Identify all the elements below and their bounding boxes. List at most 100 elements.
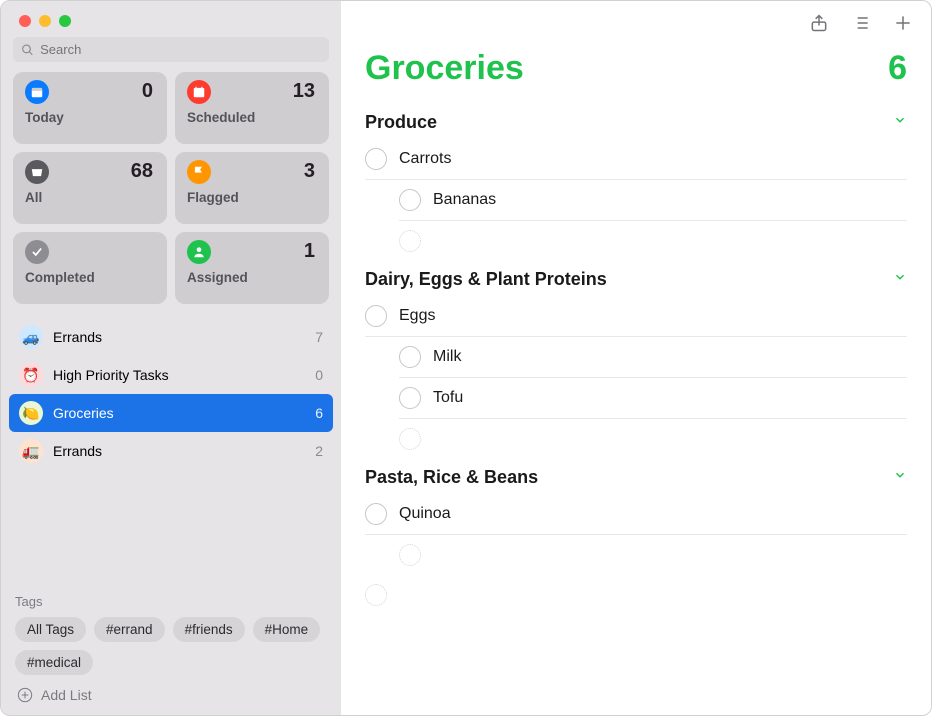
list-icon: 🚛 [19,439,43,463]
smart-card-all[interactable]: 68 All [13,152,167,224]
minimize-icon[interactable] [39,15,51,27]
completion-circle-empty[interactable] [399,428,421,450]
completion-circle[interactable] [365,503,387,525]
completion-circle[interactable] [399,189,421,211]
sidebar-list-item[interactable]: ⏰ High Priority Tasks 0 [9,356,333,394]
smart-count: 1 [304,240,315,263]
list-item-count: 2 [315,443,323,459]
tag-pill[interactable]: #friends [173,617,245,642]
smart-card-flagged[interactable]: 3 Flagged [175,152,329,224]
list-item-count: 6 [315,405,323,421]
completion-circle-empty[interactable] [399,230,421,252]
reminder-section: Dairy, Eggs & Plant Proteins Eggs Milk T… [341,261,931,459]
list-icon: ⏰ [19,363,43,387]
reminder-text: Eggs [399,307,435,325]
list-count: 6 [888,49,907,88]
completed-icon [25,240,49,264]
all-icon [25,160,49,184]
reminder-section: Produce Carrots Bananas [341,104,931,261]
list-icon: 🚙 [19,325,43,349]
new-reminder-placeholder[interactable] [341,575,931,615]
section-title: Pasta, Rice & Beans [365,467,538,488]
my-lists: 🚙 Errands 7⏰ High Priority Tasks 0🍋 Groc… [1,314,341,584]
reminder-row[interactable]: Quinoa [365,494,907,535]
list-title: Groceries [365,49,524,88]
list-name: High Priority Tasks [53,367,315,383]
search-input[interactable] [40,42,321,57]
smart-lists-grid: 0 Today 13 Scheduled 68 All 3 Flagged Co… [1,72,341,314]
reminder-row[interactable]: Tofu [399,378,907,419]
chevron-down-icon[interactable] [893,113,907,132]
sidebar-list-item[interactable]: 🚙 Errands 7 [9,318,333,356]
list-view-icon[interactable] [851,13,871,33]
completion-circle-empty[interactable] [365,584,387,606]
completion-circle[interactable] [365,305,387,327]
tag-pill[interactable]: #errand [94,617,165,642]
plus-circle-icon [17,687,33,703]
smart-label: Scheduled [187,110,317,125]
sidebar-list-item[interactable]: 🚛 Errands 2 [9,432,333,470]
today-icon [25,80,49,104]
smart-label: All [25,190,155,205]
tag-pill[interactable]: #medical [15,650,93,675]
close-icon[interactable] [19,15,31,27]
tag-pill[interactable]: All Tags [15,617,86,642]
add-list-label: Add List [41,687,92,703]
completion-circle[interactable] [399,387,421,409]
list-item-count: 0 [315,367,323,383]
reminder-text: Milk [433,348,461,366]
chevron-down-icon[interactable] [893,270,907,289]
smart-label: Flagged [187,190,317,205]
tag-pill[interactable]: #Home [253,617,321,642]
completion-circle[interactable] [365,148,387,170]
section-title: Produce [365,112,437,133]
reminder-row[interactable]: Carrots [365,139,907,180]
smart-card-scheduled[interactable]: 13 Scheduled [175,72,329,144]
reminder-text: Bananas [433,191,496,209]
reminder-row[interactable]: Bananas [399,180,907,221]
tags-wrap: All Tags #errand #friends #Home #medical [15,617,327,675]
smart-card-today[interactable]: 0 Today [13,72,167,144]
maximize-icon[interactable] [59,15,71,27]
flagged-icon [187,160,211,184]
smart-label: Today [25,110,155,125]
list-item-count: 7 [315,329,323,345]
completion-circle[interactable] [399,346,421,368]
scheduled-icon [187,80,211,104]
reminder-text: Carrots [399,150,451,168]
sidebar-list-item[interactable]: 🍋 Groceries 6 [9,394,333,432]
smart-card-completed[interactable]: Completed [13,232,167,304]
list-icon: 🍋 [19,401,43,425]
search-field[interactable] [13,37,329,62]
list-name: Errands [53,329,315,345]
completion-circle-empty[interactable] [399,544,421,566]
smart-card-assigned[interactable]: 1 Assigned [175,232,329,304]
window-controls [1,1,341,37]
search-container [1,37,341,72]
smart-count: 0 [142,80,153,103]
reminder-text: Quinoa [399,505,451,523]
add-list-button[interactable]: Add List [1,675,341,715]
main-panel: Groceries 6 Produce Carrots BananasDairy… [341,1,931,715]
smart-count: 68 [131,160,153,183]
tags-header: Tags [15,594,327,609]
smart-count: 13 [293,80,315,103]
tags-section: Tags All Tags #errand #friends #Home #medica… [1,584,341,675]
assigned-icon [187,240,211,264]
chevron-down-icon[interactable] [893,468,907,487]
reminder-row[interactable]: Milk [399,337,907,378]
section-header: Pasta, Rice & Beans [365,459,907,494]
add-reminder-icon[interactable] [893,13,913,33]
reminders-content: Produce Carrots BananasDairy, Eggs & Pla… [341,104,931,715]
search-icon [21,43,34,57]
section-header: Dairy, Eggs & Plant Proteins [365,261,907,296]
reminder-section: Pasta, Rice & Beans Quinoa [341,459,931,575]
new-reminder-placeholder[interactable] [399,535,907,575]
smart-label: Assigned [187,270,317,285]
new-reminder-placeholder[interactable] [399,419,907,459]
list-name: Groceries [53,405,315,421]
new-reminder-placeholder[interactable] [399,221,907,261]
share-icon[interactable] [809,13,829,33]
sidebar: 0 Today 13 Scheduled 68 All 3 Flagged Co… [1,1,341,715]
reminder-row[interactable]: Eggs [365,296,907,337]
